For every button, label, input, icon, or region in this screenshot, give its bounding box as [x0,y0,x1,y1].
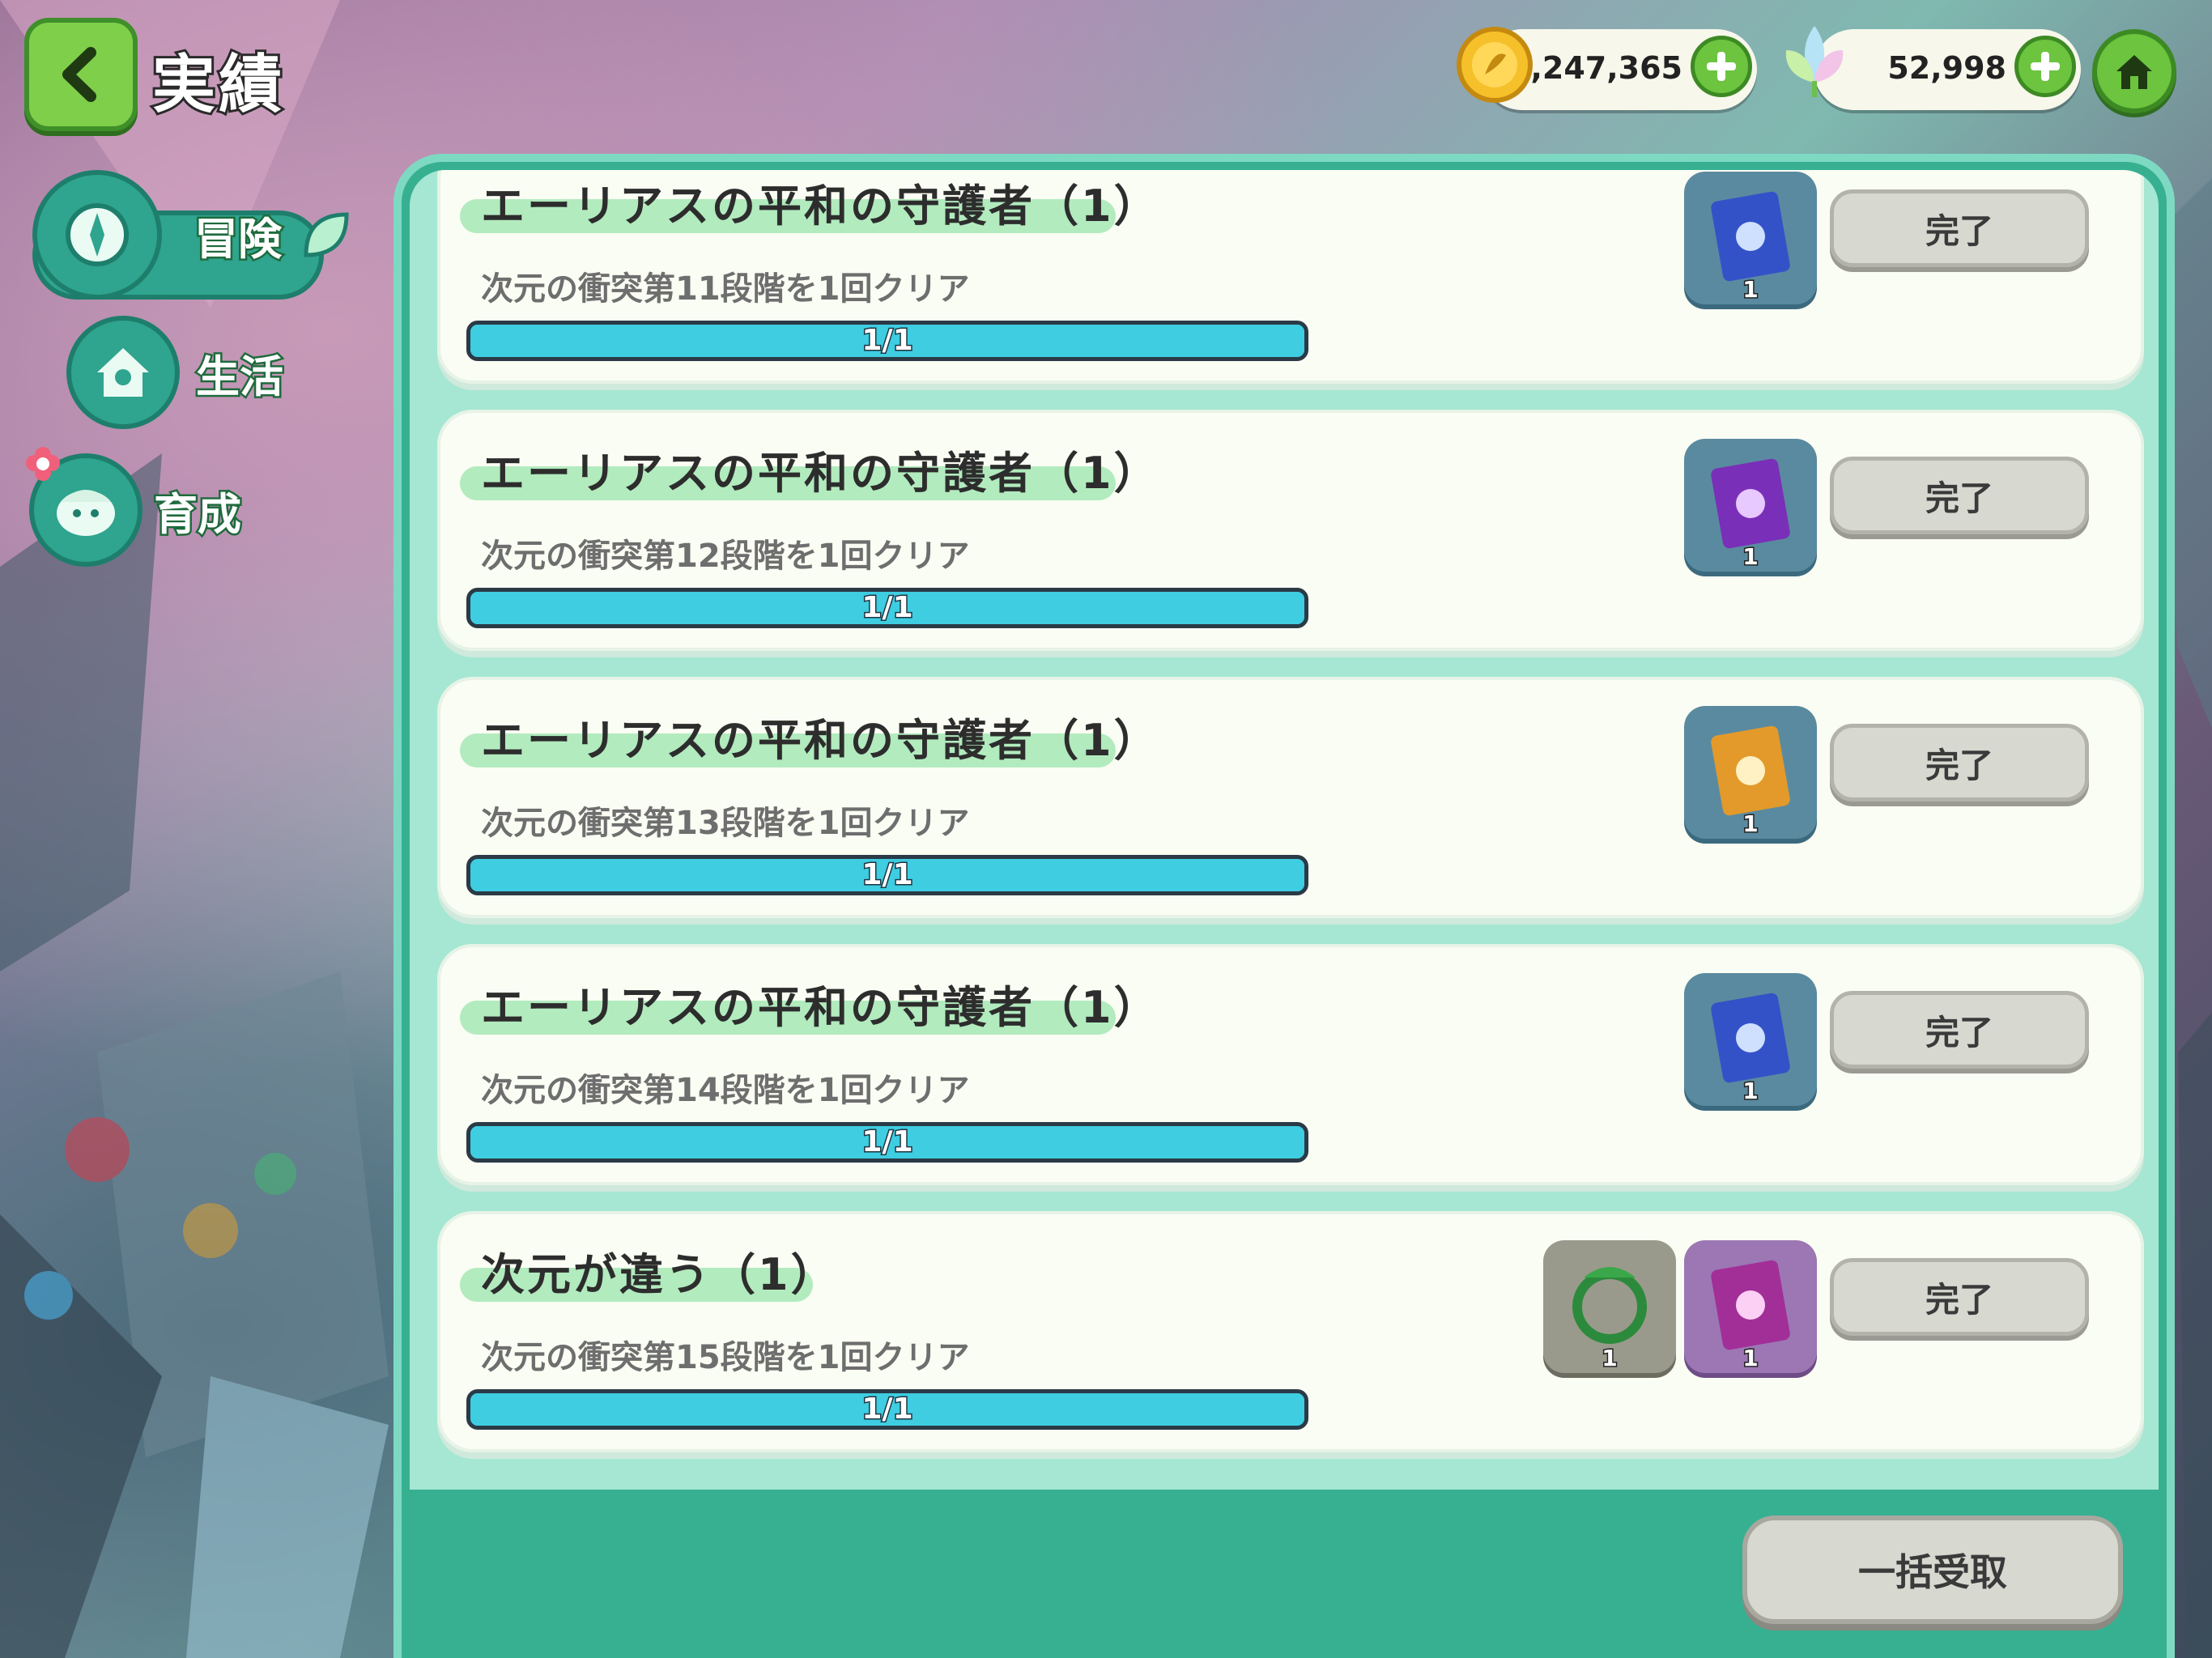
complete-button[interactable]: 完了 [1830,189,2089,267]
tab-adventure[interactable]: 冒険 [32,170,355,300]
complete-button[interactable]: 完了 [1830,991,2089,1069]
progress-text: 1/1 [861,1124,914,1159]
house-icon [66,316,180,429]
complete-button[interactable]: 完了 [1830,724,2089,801]
progress-text: 1/1 [861,323,914,358]
progress-text: 1/1 [861,857,914,892]
gem-icon [1785,26,1844,97]
progress-bar: 1/1 [466,588,1308,628]
achievement-title: エーリアスの平和の守護者（1） [481,982,1160,1033]
achievement-title: エーリアスの平和の守護者（1） [481,181,1160,232]
achievement-title: 次元が違う（1） [481,1249,837,1300]
achievement-card: エーリアスの平和の守護者（1） 次元の衝突第12段階を1回クリア 1/1 1 完… [437,410,2144,651]
coin-value: 1,247,365 [1509,50,1682,86]
progress-bar: 1/1 [466,855,1308,895]
tab-life[interactable]: 生活 [66,316,286,429]
reward-quantity: 1 [1742,1077,1759,1106]
achievement-card: エーリアスの平和の守護者（1） 次元の衝突第13段階を1回クリア 1/1 1 完… [437,677,2144,918]
achievement-description: 次元の衝突第12段階を1回クリア [481,538,970,575]
progress-bar: 1/1 [466,1122,1308,1163]
reward-item[interactable]: 1 [1684,706,1817,839]
tab-life-label: 生活 [194,349,286,404]
gem-value: 52,998 [1887,50,2006,86]
compass-icon [32,170,162,300]
plus-icon [2031,52,2060,81]
add-coins-button[interactable] [1691,36,1752,97]
achievement-card: 次元が違う（1） 次元の衝突第15段階を1回クリア 1/1 1 1 完了 [437,1211,2144,1452]
home-icon [2116,55,2152,89]
tab-training-label: 育成 [152,487,244,542]
reward-quantity: 1 [1742,1344,1759,1373]
reward-quantity: 1 [1742,542,1759,572]
leaf-icon [304,212,349,257]
chevron-left-icon [62,47,96,102]
claim-all-button[interactable]: 一括受取 [1742,1516,2123,1624]
complete-button[interactable]: 完了 [1830,1258,2089,1336]
page-title: 実績 [150,46,286,124]
progress-text: 1/1 [861,590,914,625]
complete-button[interactable]: 完了 [1830,457,2089,534]
coin-icon [1457,27,1533,103]
achievement-description: 次元の衝突第11段階を1回クリア [481,270,970,308]
reward-item[interactable]: 1 [1684,172,1817,304]
achievement-title: エーリアスの平和の守護者（1） [481,448,1160,499]
reward-quantity: 1 [1742,275,1759,304]
achievement-list[interactable]: エーリアスの平和の守護者（1） 次元の衝突第11段階を1回クリア 1/1 1 完… [410,170,2159,1490]
achievement-description: 次元の衝突第14段階を1回クリア [481,1072,970,1109]
tab-adventure-label: 冒険 [193,211,284,266]
progress-bar: 1/1 [466,1389,1308,1430]
achievement-card: エーリアスの平和の守護者（1） 次元の衝突第14段階を1回クリア 1/1 1 完… [437,944,2144,1185]
reward-item[interactable]: 1 [1684,439,1817,572]
progress-bar: 1/1 [466,321,1308,361]
back-button[interactable] [24,18,138,131]
add-gems-button[interactable] [2014,36,2076,97]
achievement-title: エーリアスの平和の守護者（1） [481,715,1160,766]
achievement-panel: エーリアスの平和の守護者（1） 次元の衝突第11段階を1回クリア 1/1 1 完… [393,154,2175,1658]
reward-item[interactable]: 1 [1684,1240,1817,1373]
reward-item[interactable]: 1 [1543,1240,1676,1373]
plus-icon [1707,52,1736,81]
achievement-description: 次元の衝突第15段階を1回クリア [481,1339,970,1376]
reward-quantity: 1 [1601,1344,1619,1373]
achievement-card: エーリアスの平和の守護者（1） 次元の衝突第11段階を1回クリア 1/1 1 完… [437,170,2144,384]
reward-item[interactable]: 1 [1684,973,1817,1106]
progress-text: 1/1 [861,1392,914,1426]
notification-flower-icon [26,447,60,481]
achievement-description: 次元の衝突第13段階を1回クリア [481,805,970,842]
reward-quantity: 1 [1742,810,1759,839]
home-button[interactable] [2092,29,2176,113]
